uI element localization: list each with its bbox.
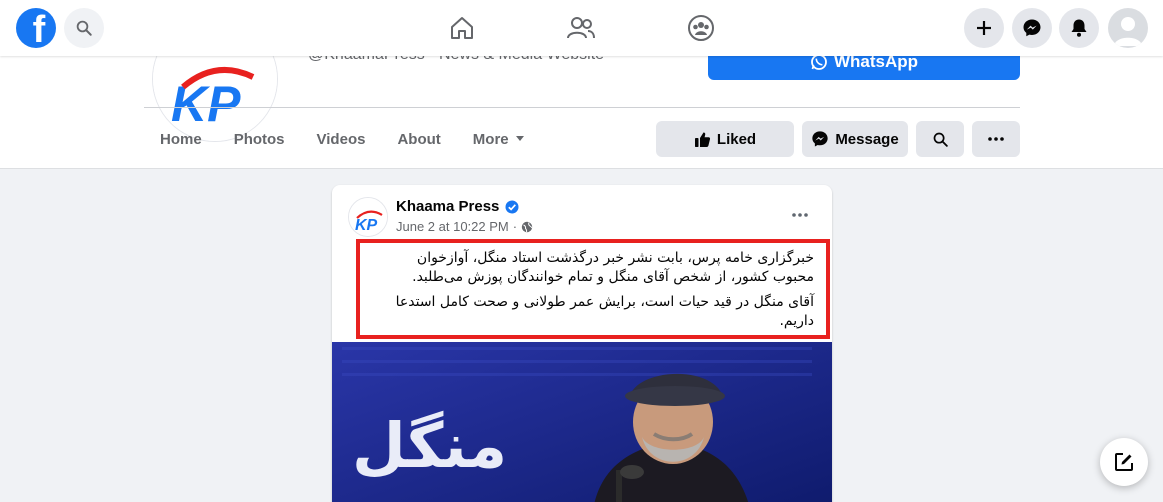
home-icon [451, 17, 473, 39]
post-paragraph-1: خبرگزاری خامه پرس، بابت نشر خبر درگذشت ا… [412, 250, 814, 285]
tab-home[interactable]: Home [144, 120, 218, 158]
tab-home-label: Home [160, 130, 202, 148]
search-icon [933, 132, 948, 147]
globe-icon [521, 221, 533, 232]
tab-photos[interactable]: Photos [218, 120, 301, 158]
create-button[interactable] [964, 8, 1004, 48]
search-icon [76, 20, 92, 36]
page-header: KP @KhaamaPress · News & Media Website W… [0, 16, 1163, 169]
verified-badge-icon [505, 200, 519, 213]
tab-about[interactable]: About [381, 120, 456, 158]
post-options-button[interactable] [788, 203, 812, 227]
liked-label: Liked [716, 130, 757, 148]
tab-more-label: More [472, 130, 509, 148]
messenger-button[interactable] [1012, 8, 1052, 48]
post-meta: June 2 at 10:22 PM · [396, 219, 533, 234]
more-dots-icon [988, 137, 1004, 141]
post-image[interactable]: منگل [332, 342, 832, 502]
tab-photos-label: Photos [233, 130, 285, 148]
post-date[interactable]: June 2 at 10:22 PM [396, 219, 509, 234]
post-author-name: Khaama Press [396, 198, 500, 215]
messenger-icon [812, 131, 828, 147]
header-divider [144, 107, 1020, 108]
top-navigation-bar: f [0, 0, 1163, 56]
tab-more[interactable]: More [457, 120, 541, 158]
page-search-button[interactable] [916, 121, 964, 157]
friends-icon [567, 17, 595, 39]
more-dots-icon [792, 213, 808, 217]
post-text-highlighted: خبرگزاری خامه پرس، بابت نشر خبر درگذشت ا… [356, 239, 830, 339]
singer-photo: منگل [332, 342, 832, 502]
post-card: KP Khaama Press June 2 at 10:22 PM · خبر… [332, 185, 832, 502]
new-message-button[interactable] [1100, 438, 1148, 486]
caret-down-icon [515, 136, 524, 141]
nav-friends-button[interactable] [551, 0, 611, 56]
search-button[interactable] [64, 8, 104, 48]
page-tabs: Home Photos Videos About More [144, 120, 541, 158]
post-author[interactable]: Khaama Press [396, 198, 519, 215]
avatar-initials: KP [355, 217, 378, 234]
tab-about-label: About [397, 130, 441, 148]
messenger-icon [1023, 19, 1041, 37]
tab-videos-label: Videos [316, 130, 366, 148]
thumbs-up-icon [694, 132, 710, 147]
nav-groups-button[interactable] [671, 0, 731, 56]
compose-icon [1115, 453, 1133, 471]
facebook-logo-letter: f [32, 9, 46, 48]
message-label: Message [835, 130, 899, 148]
notifications-icon [1071, 19, 1087, 37]
post-paragraph-2: آقای منگل در قید حیات است، برایش عمر طول… [395, 294, 814, 329]
page-more-button[interactable] [972, 121, 1020, 157]
meta-separator: · [512, 219, 518, 234]
image-caption-text: منگل [352, 409, 507, 482]
tab-videos[interactable]: Videos [301, 120, 382, 158]
message-button[interactable]: Message [802, 121, 908, 157]
post-author-avatar[interactable]: KP [348, 197, 388, 237]
facebook-logo[interactable]: f [16, 8, 56, 48]
plus-icon [977, 21, 991, 35]
default-avatar-icon [1114, 17, 1142, 46]
profile-avatar[interactable] [1108, 8, 1148, 48]
groups-icon [688, 15, 714, 41]
liked-button[interactable]: Liked [656, 121, 794, 157]
nav-home-button[interactable] [432, 0, 492, 56]
notifications-button[interactable] [1059, 8, 1099, 48]
khaama-press-logo: KP [349, 198, 387, 236]
